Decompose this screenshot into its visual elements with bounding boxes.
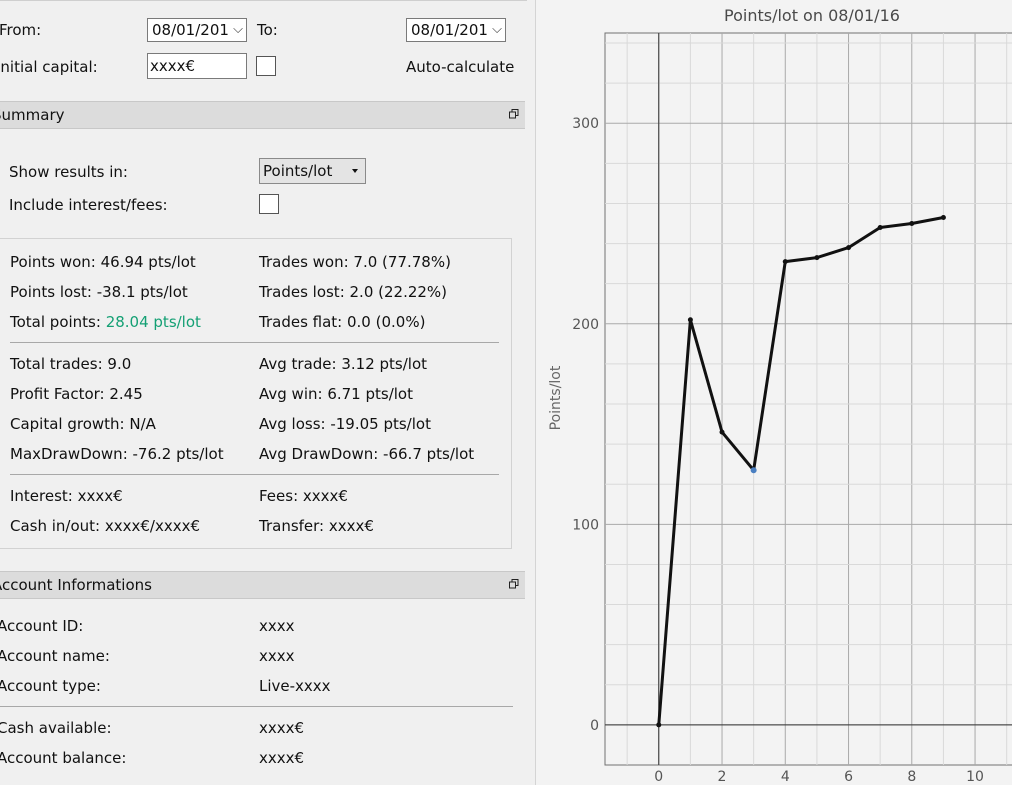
- avg-loss: Avg loss: -19.05 pts/lot: [259, 415, 431, 433]
- show-results-value: Points/lot: [263, 162, 333, 180]
- y-tick-label: 300: [572, 116, 599, 132]
- initial-capital-value: xxxx€: [150, 57, 196, 75]
- data-point: [909, 221, 915, 227]
- data-point: [719, 429, 725, 435]
- total-points: Total points: 28.04 pts/lot: [10, 313, 201, 331]
- summary-divider: [10, 342, 499, 343]
- from-date-picker[interactable]: 08/01/201 ⌵: [147, 18, 247, 42]
- capital-growth: Capital growth: N/A: [10, 415, 156, 433]
- left-panel: From: 08/01/201 ⌵ To: 08/01/201 ⌵ Initia…: [0, 0, 527, 785]
- account-name-label: Account name:: [0, 647, 110, 665]
- max-drawdown: MaxDrawDown: -76.2 pts/lot: [10, 445, 224, 463]
- plot-area: [604, 32, 1012, 766]
- data-point: [940, 215, 946, 221]
- restore-icon[interactable]: [509, 109, 519, 119]
- x-tick-label: 6: [844, 769, 853, 785]
- dropdown-arrow-icon: [352, 169, 358, 173]
- data-point: [846, 245, 852, 251]
- show-results-select[interactable]: Points/lot: [259, 158, 366, 184]
- summary-divider: [10, 474, 499, 475]
- cash-available-label: Cash available:: [0, 719, 112, 737]
- x-tick-label: 4: [781, 769, 790, 785]
- y-tick-label: 200: [572, 317, 599, 333]
- account-balance-label: Account balance:: [0, 749, 127, 767]
- account-id-value: xxxx: [259, 617, 295, 635]
- chevron-down-icon: ⌵: [232, 22, 244, 38]
- account-id-label: Account ID:: [0, 617, 84, 635]
- data-point: [656, 722, 662, 728]
- account-divider: [0, 706, 513, 707]
- total-points-label: Total points:: [10, 313, 106, 331]
- cash-in-out: Cash in/out: xxxx€/xxxx€: [10, 517, 201, 535]
- data-point: [814, 255, 820, 261]
- total-points-value: 28.04 pts/lot: [105, 313, 201, 331]
- account-section-title: Account Informations: [0, 576, 152, 594]
- account-type-value: Live-xxxx: [259, 677, 331, 695]
- x-tick-label: 10: [966, 769, 984, 785]
- avg-win: Avg win: 6.71 pts/lot: [259, 385, 413, 403]
- cash-available-value: xxxx€: [259, 719, 305, 737]
- to-date-value: 08/01/201: [411, 21, 488, 39]
- include-fees-checkbox[interactable]: [259, 194, 279, 214]
- trades-won: Trades won: 7.0 (77.78%): [259, 253, 451, 271]
- avg-drawdown: Avg DrawDown: -66.7 pts/lot: [259, 445, 475, 463]
- x-tick-label: 0: [654, 769, 663, 785]
- top-divider: [0, 0, 527, 1]
- account-type-label: Account type:: [0, 677, 101, 695]
- data-point: [750, 467, 757, 474]
- points-won: Points won: 46.94 pts/lot: [10, 253, 196, 271]
- auto-calculate-label: Auto-calculate: [406, 58, 515, 76]
- show-results-label: Show results in:: [9, 163, 128, 181]
- restore-icon[interactable]: [509, 579, 519, 589]
- points-lost: Points lost: -38.1 pts/lot: [10, 283, 188, 301]
- from-label: From:: [0, 21, 42, 39]
- total-trades: Total trades: 9.0: [10, 355, 132, 373]
- summary-section-header[interactable]: Summary: [0, 101, 525, 129]
- trades-flat: Trades flat: 0.0 (0.0%): [259, 313, 426, 331]
- y-tick-label: 100: [572, 517, 599, 533]
- x-tick-label: 8: [907, 769, 916, 785]
- include-fees-label: Include interest/fees:: [9, 196, 168, 214]
- profit-factor: Profit Factor: 2.45: [10, 385, 143, 403]
- to-label: To:: [257, 21, 278, 39]
- interest: Interest: xxxx€: [10, 487, 123, 505]
- account-section-header[interactable]: Account Informations: [0, 571, 525, 599]
- from-date-value: 08/01/201: [152, 21, 229, 39]
- avg-trade: Avg trade: 3.12 pts/lot: [259, 355, 428, 373]
- data-point: [877, 225, 883, 231]
- account-balance-value: xxxx€: [259, 749, 305, 767]
- chevron-down-icon: ⌵: [491, 22, 503, 38]
- initial-capital-label: Initial capital:: [0, 58, 98, 76]
- fees: Fees: xxxx€: [259, 487, 348, 505]
- trades-lost: Trades lost: 2.0 (22.22%): [259, 283, 448, 301]
- data-point: [782, 259, 788, 265]
- summary-section-title: Summary: [0, 106, 65, 124]
- transfer: Transfer: xxxx€: [259, 517, 374, 535]
- to-date-picker[interactable]: 08/01/201 ⌵: [406, 18, 506, 42]
- y-tick-label: 0: [590, 718, 599, 734]
- data-point: [687, 317, 693, 323]
- chart-panel: Points/lot on 08/01/16 Points/lot 024681…: [535, 0, 1012, 785]
- line-chart[interactable]: 0 2 4 6 8 100100200300: [536, 0, 1012, 785]
- auto-calculate-checkbox[interactable]: [256, 56, 276, 76]
- account-name-value: xxxx: [259, 647, 295, 665]
- x-tick-label: 2: [718, 769, 727, 785]
- initial-capital-input[interactable]: xxxx€: [147, 53, 247, 79]
